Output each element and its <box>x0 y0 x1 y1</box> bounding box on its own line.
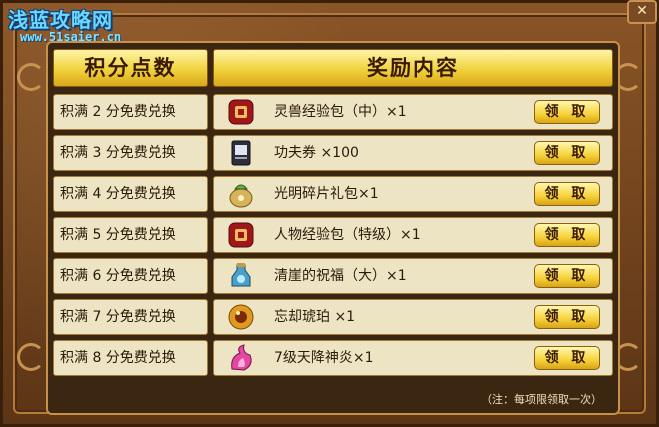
table-row: 积满 7 分免费兑换 忘却琥珀 ×1 领 取 <box>53 299 613 335</box>
header-rewards: 奖励内容 <box>213 49 613 87</box>
reward-cell: 灵兽经验包（中）×1 领 取 <box>213 94 613 130</box>
gold-bag-icon <box>229 184 253 208</box>
condition-cell: 积满 4 分免费兑换 <box>53 176 208 212</box>
redeem-condition: 积满 4 分免费兑换 <box>60 186 176 202</box>
red-pouch-icon <box>228 99 254 125</box>
corner-swirl-ornament <box>17 63 45 91</box>
red-pouch-icon <box>228 222 254 248</box>
claim-button[interactable]: 领 取 <box>534 182 600 206</box>
condition-cell: 积满 7 分免费兑换 <box>53 299 208 335</box>
claim-button[interactable]: 领 取 <box>534 223 600 247</box>
table-row: 积满 6 分免费兑换 清崖的祝福（大）×1 领 取 <box>53 258 613 294</box>
pink-flame-icon <box>231 344 252 371</box>
table-header: 积分点数 奖励内容 <box>53 49 613 87</box>
reward-name: 7级天降神炎×1 <box>274 350 374 366</box>
table-row: 积满 5 分免费兑换 人物经验包（特级）×1 领 取 <box>53 217 613 253</box>
amber-ring-icon <box>228 304 254 330</box>
condition-cell: 积满 2 分免费兑换 <box>53 94 208 130</box>
reward-name: 人物经验包（特级）×1 <box>274 227 421 243</box>
rewards-table: 积分点数 奖励内容 积满 2 分免费兑换 灵兽经验包（中）×1 领 取 积满 3… <box>46 41 620 415</box>
redeem-condition: 积满 2 分免费兑换 <box>60 104 176 120</box>
reward-name: 光明碎片礼包×1 <box>274 186 379 202</box>
close-button[interactable]: ✕ <box>627 0 657 24</box>
reward-cell: 7级天降神炎×1 领 取 <box>213 340 613 376</box>
claim-button[interactable]: 领 取 <box>534 346 600 370</box>
reward-name: 灵兽经验包（中）×1 <box>274 104 407 120</box>
blessing-bottle-icon <box>231 263 251 287</box>
reward-cell: 忘却琥珀 ×1 领 取 <box>213 299 613 335</box>
table-row: 积满 2 分免费兑换 灵兽经验包（中）×1 领 取 <box>53 94 613 130</box>
reward-name: 清崖的祝福（大）×1 <box>274 268 407 284</box>
table-row: 积满 8 分免费兑换 7级天降神炎×1 领 取 <box>53 340 613 376</box>
condition-cell: 积满 5 分免费兑换 <box>53 217 208 253</box>
claim-button[interactable]: 领 取 <box>534 100 600 124</box>
coupon-card-icon <box>231 140 251 166</box>
redeem-condition: 积满 7 分免费兑换 <box>60 309 176 325</box>
footer-note: （注：每项限领取一次） <box>481 393 602 406</box>
header-points: 积分点数 <box>53 49 208 87</box>
table-row: 积满 4 分免费兑换 光明碎片礼包×1 领 取 <box>53 176 613 212</box>
redeem-condition: 积满 5 分免费兑换 <box>60 227 176 243</box>
redeem-condition: 积满 8 分免费兑换 <box>60 350 176 366</box>
claim-button[interactable]: 领 取 <box>534 305 600 329</box>
claim-button[interactable]: 领 取 <box>534 264 600 288</box>
redeem-condition: 积满 3 分免费兑换 <box>60 145 176 161</box>
reward-name: 忘却琥珀 ×1 <box>274 309 356 325</box>
reward-cell: 功夫券 ×100 领 取 <box>213 135 613 171</box>
claim-button[interactable]: 领 取 <box>534 141 600 165</box>
reward-cell: 清崖的祝福（大）×1 领 取 <box>213 258 613 294</box>
redeem-condition: 积满 6 分免费兑换 <box>60 268 176 284</box>
condition-cell: 积满 8 分免费兑换 <box>53 340 208 376</box>
reward-name: 功夫券 ×100 <box>274 145 359 161</box>
site-watermark: 浅蓝攻略网 <box>8 8 113 32</box>
reward-cell: 人物经验包（特级）×1 领 取 <box>213 217 613 253</box>
reward-cell: 光明碎片礼包×1 领 取 <box>213 176 613 212</box>
corner-swirl-ornament <box>17 343 45 371</box>
condition-cell: 积满 6 分免费兑换 <box>53 258 208 294</box>
close-icon: ✕ <box>636 3 648 19</box>
condition-cell: 积满 3 分免费兑换 <box>53 135 208 171</box>
table-row: 积满 3 分免费兑换 功夫券 ×100 领 取 <box>53 135 613 171</box>
